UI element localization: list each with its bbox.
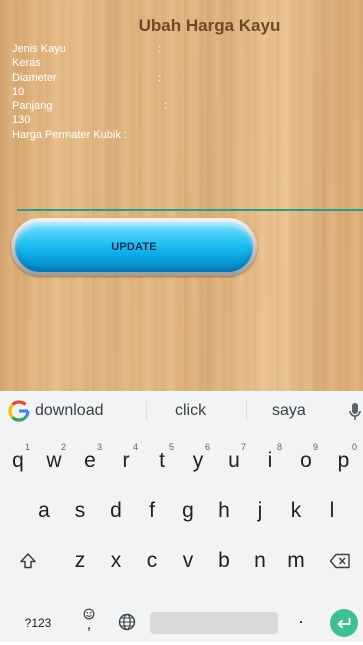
key-v[interactable]: v [170,539,206,583]
key-f[interactable]: f [134,489,170,533]
google-g-icon[interactable] [8,400,30,422]
jenis-kayu-label: Jenis Kayu [12,43,66,55]
suggestion-divider [146,401,147,421]
suggestion-saya[interactable]: saya [272,402,306,420]
jenis-kayu-colon: : [158,43,162,55]
suggestion-click[interactable]: click [175,402,206,420]
globe-icon[interactable] [112,600,142,644]
key-z[interactable]: z [62,539,98,583]
panjang-label: Panjang [12,100,53,113]
panjang-value[interactable]: 130 [12,113,127,127]
key-q[interactable]: 1q [0,439,36,483]
form-fields: Jenis Kayu : Keras Diameter : 10 Panjang… [12,42,167,142]
key-m[interactable]: m [278,539,314,583]
key-o[interactable]: 9o [288,439,324,483]
diameter-value[interactable]: 10 [12,85,127,99]
page-title: Ubah Harga Kayu [138,16,281,35]
key-a[interactable]: a [26,489,62,533]
key-j[interactable]: j [242,489,278,533]
key-b[interactable]: b [206,539,242,583]
backspace-icon[interactable] [320,539,360,583]
key-u[interactable]: 7u [216,439,252,483]
key-k[interactable]: k [278,489,314,533]
key-e[interactable]: 3e [72,439,108,483]
key-l[interactable]: l [314,489,350,533]
key-i[interactable]: 8i [252,439,288,483]
soft-keyboard: download click saya 1q 2w 3e 4r 5t 6y 7u… [0,391,363,642]
key-y[interactable]: 6y [180,439,216,483]
emoji-icon[interactable]: , [74,597,104,641]
key-c[interactable]: c [134,539,170,583]
harga-permater-kubik-label: Harga Permater Kubik : [12,128,127,141]
update-button[interactable]: UPDATE [15,222,253,272]
harga-input-underline[interactable] [17,209,363,211]
microphone-icon[interactable] [348,400,362,422]
period-key[interactable]: . [286,595,316,639]
key-t[interactable]: 5t [144,439,180,483]
enter-icon[interactable] [330,609,358,637]
comma-key: , [86,616,92,633]
keyboard-row-1: 1q 2w 3e 4r 5t 6y 7u 8i 9o 0p [0,439,363,483]
space-bar[interactable] [150,612,278,634]
suggestion-strip: download click saya [0,391,363,431]
key-g[interactable]: g [170,489,206,533]
field-diameter-row: Diameter : [12,71,161,85]
key-w[interactable]: 2w [36,439,72,483]
panjang-colon: : [164,100,168,113]
diameter-label: Diameter [12,71,57,84]
key-x[interactable]: x [98,539,134,583]
symbols-key[interactable]: ?123 [18,601,58,645]
field-jenis-kayu-row: Jenis Kayu : [12,42,161,56]
key-p[interactable]: 0p [324,439,363,483]
diameter-colon: : [158,71,162,84]
key-n[interactable]: n [242,539,278,583]
key-d[interactable]: d [98,489,134,533]
key-r[interactable]: 4r [108,439,144,483]
key-h[interactable]: h [206,489,242,533]
jenis-kayu-value[interactable]: Keras [12,56,127,70]
suggestion-download[interactable]: download [35,402,104,420]
update-button-frame: UPDATE [11,218,257,276]
key-s[interactable]: s [62,489,98,533]
shift-icon[interactable] [8,539,48,583]
field-panjang-row: Panjang : [12,99,167,113]
keyboard-row-2: a s d f g h j k l [0,489,363,533]
suggestion-divider [246,401,247,421]
keyboard-row-3: z x c v b n m [0,539,363,583]
app-screen: Ubah Harga Kayu Jenis Kayu : Keras Diame… [0,0,363,391]
